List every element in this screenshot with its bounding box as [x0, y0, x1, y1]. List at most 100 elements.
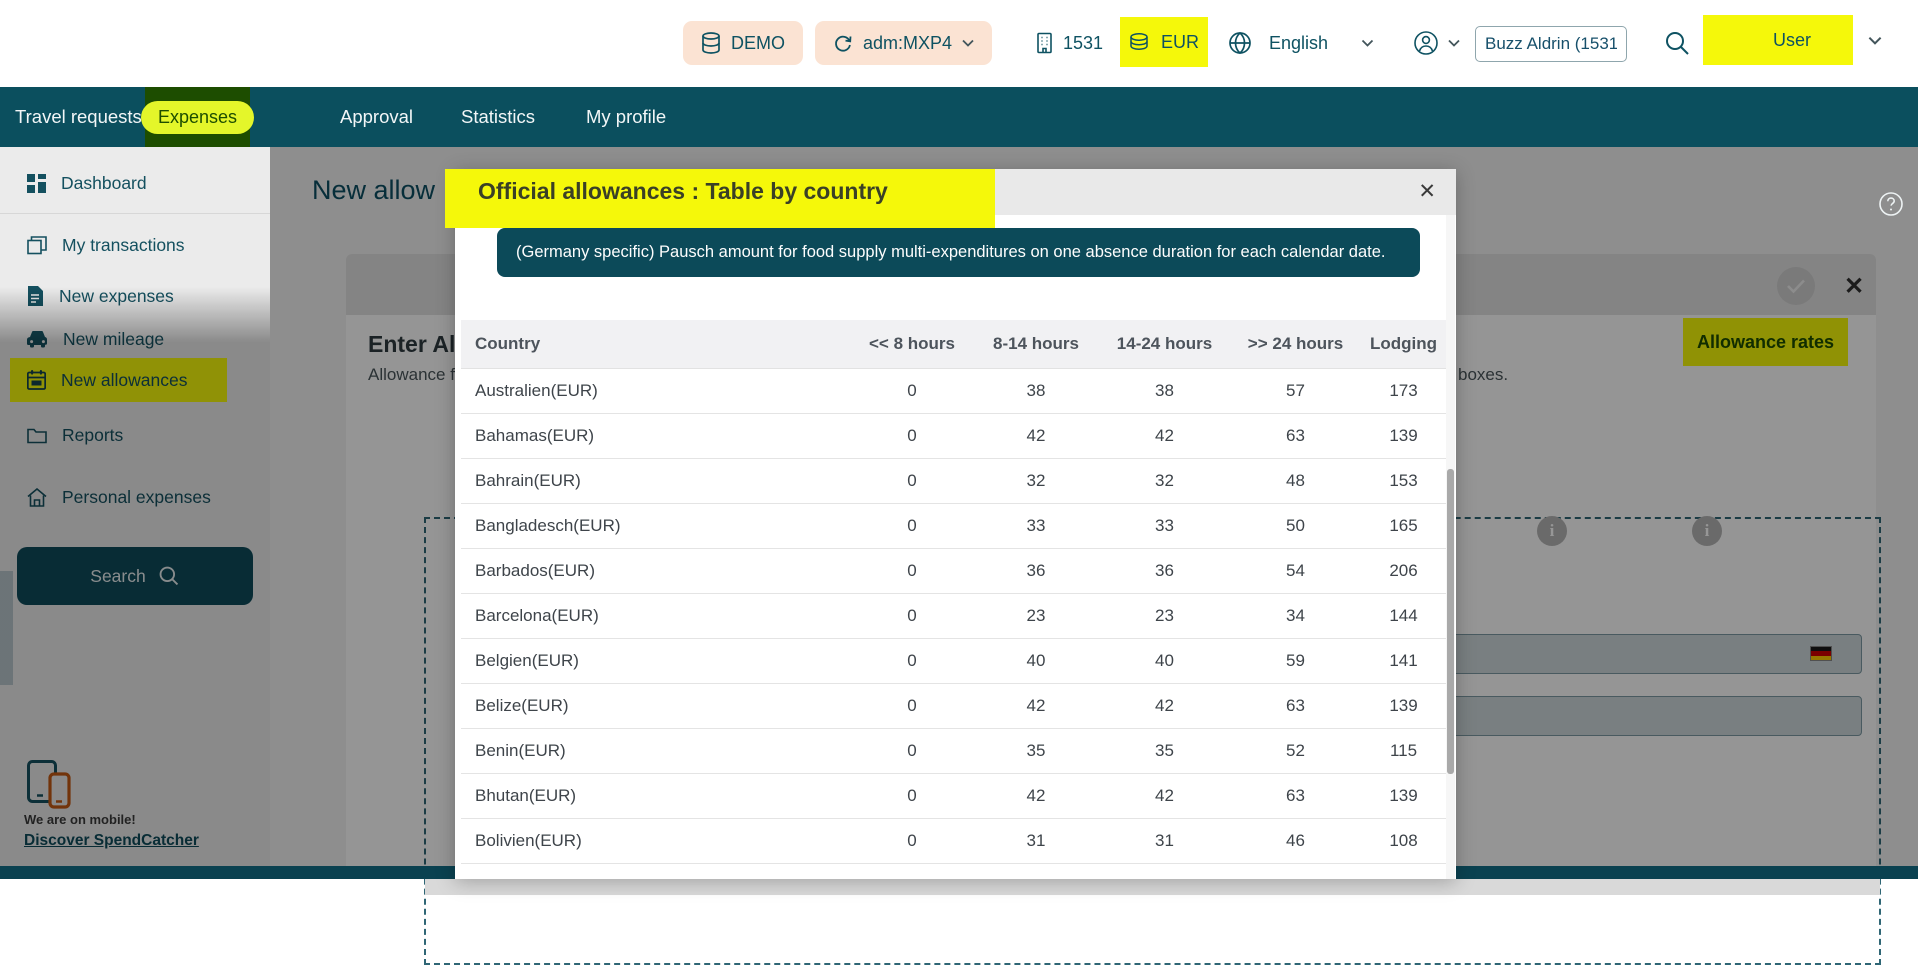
table-row: Bahamas(EUR)0424263139	[461, 413, 1446, 458]
side-tab	[0, 571, 13, 685]
environment-label: DEMO	[731, 33, 785, 54]
info-icon[interactable]: i	[1692, 516, 1722, 546]
modal-scrollbar[interactable]	[1446, 215, 1455, 879]
sidebar-item-new-expenses[interactable]: New expenses	[0, 277, 270, 315]
sidebar-item-label: New allowances	[61, 370, 187, 391]
sidebar-item-label: My transactions	[62, 235, 185, 256]
sidebar-item-label: New expenses	[59, 286, 174, 307]
value-cell: 34	[1230, 593, 1361, 638]
card-heading: Enter All	[368, 331, 462, 358]
person-circle-icon	[1413, 30, 1439, 56]
table-row: Belgien(EUR)0404059141	[461, 638, 1446, 683]
chevron-down-icon[interactable]	[1868, 36, 1882, 45]
spendcatcher-link[interactable]: Discover SpendCatcher	[24, 832, 199, 850]
table-row: Belize(EUR)0424263139	[461, 683, 1446, 728]
value-cell: 42	[973, 683, 1099, 728]
card-close-icon[interactable]: ✕	[1844, 272, 1864, 301]
sidebar-item-label: Dashboard	[61, 173, 147, 194]
sidebar-search-button[interactable]: Search	[17, 547, 253, 605]
sidebar-item-new-mileage[interactable]: New mileage	[0, 320, 270, 358]
search-button-label: Search	[90, 566, 145, 587]
tab-label: Statistics	[461, 106, 535, 128]
admin-switch-button[interactable]: adm:MXP4	[815, 21, 992, 65]
value-cell: 0	[851, 503, 973, 548]
allowance-table-body: Australien(EUR)0383857173Bahamas(EUR)042…	[461, 368, 1446, 863]
country-cell: Barbados(EUR)	[461, 548, 851, 593]
sidebar-item-personal-expenses[interactable]: Personal expenses	[0, 478, 270, 516]
value-cell: 165	[1361, 503, 1446, 548]
table-header-row: Country << 8 hours 8-14 hours 14-24 hour…	[461, 320, 1446, 368]
sidebar-item-new-allowances[interactable]: New allowances	[0, 361, 270, 399]
value-cell: 173	[1361, 368, 1446, 413]
value-cell: 141	[1361, 638, 1446, 683]
coins-icon	[1129, 32, 1153, 52]
tab-my-profile[interactable]: My profile	[586, 87, 666, 147]
card-subheading: Allowance fo	[368, 365, 464, 385]
help-icon[interactable]	[1877, 190, 1905, 218]
country-cell: Benin(EUR)	[461, 728, 851, 773]
value-cell: 63	[1230, 683, 1361, 728]
country-cell: Bahamas(EUR)	[461, 413, 851, 458]
currency-label: EUR	[1161, 32, 1199, 53]
value-cell: 206	[1361, 548, 1446, 593]
sidebar-item-label: Reports	[62, 425, 123, 446]
value-cell: 0	[851, 728, 973, 773]
value-cell: 0	[851, 413, 973, 458]
value-cell: 0	[851, 683, 973, 728]
language-label: English	[1269, 33, 1328, 54]
sidebar-item-reports[interactable]: Reports	[0, 416, 270, 454]
chevron-down-icon	[1448, 39, 1460, 47]
table-row: Bangladesch(EUR)0333350165	[461, 503, 1446, 548]
country-cell: Bolivien(EUR)	[461, 818, 851, 863]
value-cell: 32	[1099, 458, 1230, 503]
value-cell: 59	[1230, 638, 1361, 683]
value-cell: 48	[1230, 458, 1361, 503]
calendar-icon	[27, 370, 46, 390]
allowance-table: Country << 8 hours 8-14 hours 14-24 hour…	[461, 320, 1446, 864]
user-role-button[interactable]: User	[1703, 15, 1853, 65]
user-search-input[interactable]	[1475, 26, 1627, 62]
tab-approval[interactable]: Approval	[340, 87, 413, 147]
value-cell: 42	[1099, 413, 1230, 458]
german-flag-icon	[1810, 646, 1832, 661]
value-cell: 139	[1361, 683, 1446, 728]
scrollbar-thumb[interactable]	[1447, 469, 1454, 774]
tab-statistics[interactable]: Statistics	[461, 87, 535, 147]
divider	[0, 213, 270, 214]
search-icon	[158, 565, 180, 587]
database-icon	[701, 32, 721, 54]
tab-expenses[interactable]: Expenses	[145, 87, 250, 147]
sidebar-item-dashboard[interactable]: Dashboard	[0, 164, 270, 202]
currency-selector[interactable]: EUR	[1120, 17, 1208, 67]
environment-badge: DEMO	[683, 21, 803, 65]
value-cell: 46	[1230, 818, 1361, 863]
value-cell: 42	[1099, 683, 1230, 728]
tab-label: My profile	[586, 106, 666, 128]
tab-travel-requests[interactable]: Travel requests	[15, 87, 142, 147]
main-nav: Travel requests Expenses Approval Statis…	[0, 87, 1918, 147]
search-icon[interactable]	[1664, 30, 1690, 56]
value-cell: 63	[1230, 773, 1361, 818]
value-cell: 31	[1099, 818, 1230, 863]
value-cell: 40	[973, 638, 1099, 683]
card-subheading-tail: boxes.	[1458, 365, 1508, 385]
country-cell: Bhutan(EUR)	[461, 773, 851, 818]
modal-close-icon[interactable]: ✕	[1418, 179, 1436, 204]
folder-icon	[27, 427, 47, 444]
value-cell: 0	[851, 548, 973, 593]
country-cell: Australien(EUR)	[461, 368, 851, 413]
sidebar-item-label: New mileage	[63, 329, 164, 350]
info-icon[interactable]: i	[1537, 516, 1567, 546]
confirm-button[interactable]	[1777, 267, 1815, 305]
value-cell: 0	[851, 593, 973, 638]
value-cell: 23	[1099, 593, 1230, 638]
building-icon	[1035, 32, 1054, 54]
mobile-note: We are on mobile!	[24, 812, 136, 827]
refresh-icon	[833, 33, 853, 53]
allowance-rates-label: Allowance rates	[1697, 332, 1834, 353]
sidebar-item-my-transactions[interactable]: My transactions	[0, 226, 270, 264]
language-selector[interactable]: English	[1228, 31, 1374, 55]
allowance-rates-button[interactable]: Allowance rates	[1683, 318, 1848, 366]
user-menu[interactable]	[1413, 30, 1460, 56]
value-cell: 35	[1099, 728, 1230, 773]
